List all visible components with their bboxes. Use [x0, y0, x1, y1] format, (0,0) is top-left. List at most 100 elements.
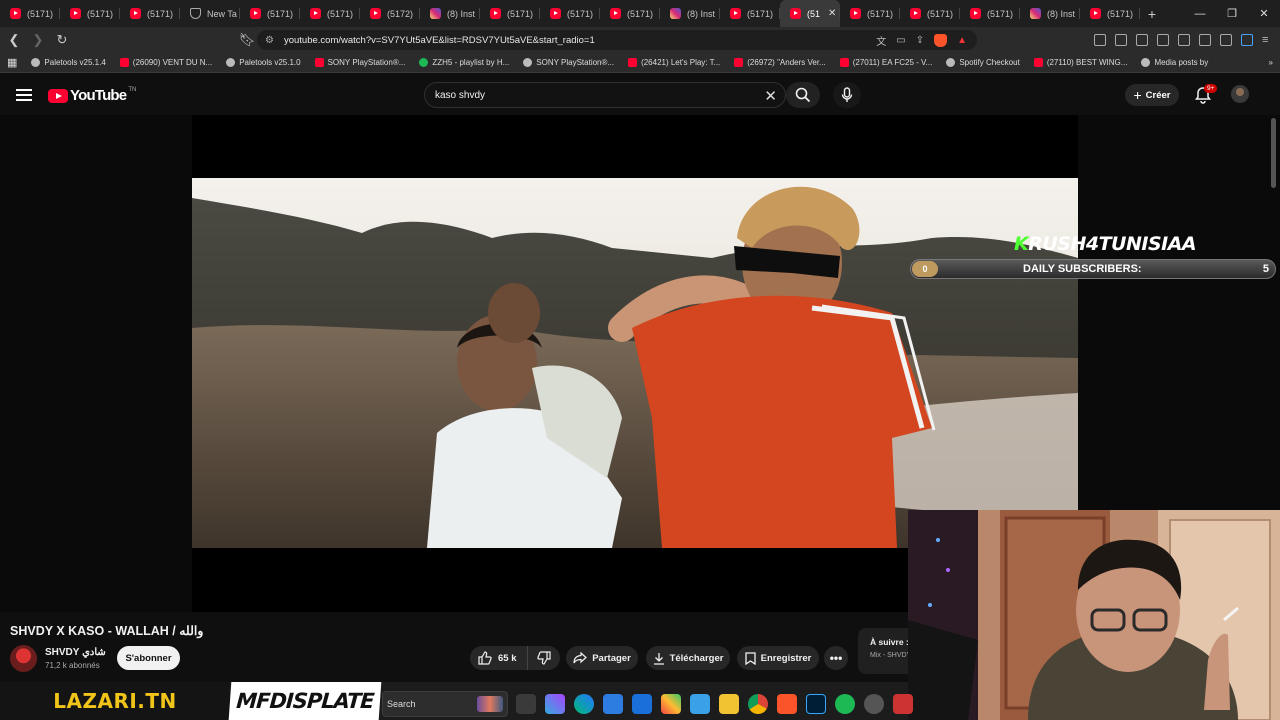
- brave-shields-icon[interactable]: [934, 33, 948, 47]
- apps-icon[interactable]: ▦: [0, 56, 24, 69]
- vpn-icon[interactable]: [1220, 34, 1232, 46]
- bookmark-item[interactable]: (27110) BEST WING...: [1027, 58, 1135, 67]
- taskbar-search[interactable]: Search: [382, 691, 508, 717]
- outlook-icon[interactable]: [632, 694, 652, 714]
- browser-tab[interactable]: (5171): [240, 0, 300, 27]
- create-button[interactable]: + Créer: [1125, 84, 1179, 106]
- edge-icon[interactable]: [574, 694, 594, 714]
- sidebar-icon[interactable]: [1157, 34, 1169, 46]
- back-icon[interactable]: ❮: [4, 30, 24, 50]
- browser-tab[interactable]: (8) Inst: [660, 0, 720, 27]
- translate-icon[interactable]: 文: [876, 33, 886, 48]
- browser-tab[interactable]: (8) Inst: [420, 0, 480, 27]
- close-window-icon[interactable]: ✕: [1248, 0, 1280, 27]
- bookmark-item[interactable]: (26421) Let's Play: T...: [621, 58, 727, 67]
- chrome-canary-icon[interactable]: [864, 694, 884, 714]
- bookmark-item[interactable]: ZZH5 - playlist by H...: [412, 58, 516, 67]
- cast-icon[interactable]: ▭: [896, 35, 905, 46]
- bookmark-icon[interactable]: 🔖︎: [237, 30, 257, 50]
- share-page-icon[interactable]: ⇪: [916, 35, 924, 46]
- bookmark-item[interactable]: (27011) EA FC25 - V...: [833, 58, 940, 67]
- profile-icon[interactable]: [1241, 34, 1253, 46]
- lazari-logo: LAZARI.TN: [0, 682, 230, 720]
- store-icon[interactable]: [603, 694, 623, 714]
- m365-icon[interactable]: [661, 694, 681, 714]
- browser-tab[interactable]: (5171): [720, 0, 780, 27]
- close-tab-icon[interactable]: ✕: [828, 8, 836, 19]
- browser-tab[interactable]: (5171): [120, 0, 180, 27]
- new-tab-icon[interactable]: +: [1140, 6, 1164, 22]
- screen: (5171) (5171) (5171) New Ta (5171) (5171) (517…: [0, 0, 1280, 720]
- photoshop-icon[interactable]: [806, 694, 826, 714]
- youtube-logo[interactable]: YouTube TN: [48, 87, 136, 104]
- minimize-icon[interactable]: —: [1184, 0, 1216, 27]
- browser-tab[interactable]: (5171): [540, 0, 600, 27]
- reload-icon[interactable]: ↻: [52, 30, 72, 50]
- tab-label: New Ta: [207, 8, 237, 19]
- browser-tab[interactable]: (5171): [0, 0, 60, 27]
- video-frame[interactable]: [192, 178, 1078, 548]
- music-icon[interactable]: [1136, 34, 1148, 46]
- wallet-icon[interactable]: [1178, 34, 1190, 46]
- task-view-icon[interactable]: [516, 694, 536, 714]
- extensions-icon[interactable]: [1094, 34, 1106, 46]
- bookmark-item[interactable]: Paletools v25.1.4: [24, 58, 112, 67]
- more-bookmarks-icon[interactable]: »: [1262, 58, 1280, 67]
- browser-tab[interactable]: (8) Inst: [1020, 0, 1080, 27]
- brave-icon[interactable]: [777, 694, 797, 714]
- browser-tab[interactable]: (5171): [300, 0, 360, 27]
- clear-search-icon[interactable]: ✕: [764, 87, 777, 105]
- bookmark-label: (27011) EA FC25 - V...: [852, 58, 933, 67]
- account-avatar[interactable]: [1231, 85, 1249, 103]
- browser-tab[interactable]: (5171): [900, 0, 960, 27]
- screenshot-icon[interactable]: [1115, 34, 1127, 46]
- url-bar[interactable]: ⚙ youtube.com/watch?v=SV7YUt5aVE&list=RD…: [257, 30, 977, 50]
- leo-icon[interactable]: [1199, 34, 1211, 46]
- file-explorer-icon[interactable]: [719, 694, 739, 714]
- forward-icon[interactable]: ❯: [28, 30, 48, 50]
- search-button[interactable]: [786, 82, 820, 108]
- bookmark-item[interactable]: SONY PlayStation®...: [516, 58, 621, 67]
- bookmark-item[interactable]: Media posts by: [1134, 58, 1215, 67]
- browser-tab[interactable]: (5171): [60, 0, 120, 27]
- bookmark-item[interactable]: (26972) "Anders Ver...: [727, 58, 832, 67]
- dislike-button[interactable]: [528, 646, 560, 670]
- save-button[interactable]: Enregistrer: [737, 646, 819, 670]
- search-input[interactable]: [425, 89, 745, 101]
- site-icon: [946, 58, 956, 67]
- up-next-card[interactable]: À suivre : Mix - SHVDY: [858, 628, 908, 674]
- obs-record-icon[interactable]: [893, 694, 913, 714]
- voice-search-button[interactable]: [833, 82, 861, 108]
- browser-tab[interactable]: New Ta: [180, 0, 240, 27]
- channel-name[interactable]: SHVDY شادي: [45, 647, 106, 658]
- desktop-icon[interactable]: [690, 694, 710, 714]
- like-button[interactable]: 65 k: [470, 646, 528, 670]
- browser-tab[interactable]: (5171): [1080, 0, 1140, 27]
- bookmark-item[interactable]: (26090) VENT DU N...: [113, 58, 219, 67]
- browser-tab[interactable]: (5171): [840, 0, 900, 27]
- like-dislike-group: 65 k: [470, 646, 560, 670]
- brave-rewards-icon[interactable]: ▲: [957, 35, 967, 46]
- browser-tab[interactable]: (5171): [600, 0, 660, 27]
- browser-tab[interactable]: (5171): [480, 0, 540, 27]
- more-actions-button[interactable]: •••: [824, 646, 848, 670]
- share-button[interactable]: Partager: [566, 646, 638, 670]
- site-info-icon[interactable]: ⚙: [265, 35, 274, 46]
- chrome-icon[interactable]: [748, 694, 768, 714]
- spotify-icon[interactable]: [835, 694, 855, 714]
- search-highlight-art: [477, 696, 503, 712]
- copilot-icon[interactable]: [545, 694, 565, 714]
- page-scrollbar[interactable]: [1271, 118, 1276, 188]
- browser-tab[interactable]: (51 ✕: [780, 0, 840, 27]
- bookmark-item[interactable]: Paletools v25.1.0: [219, 58, 307, 67]
- restore-icon[interactable]: ❐: [1216, 0, 1248, 27]
- subscribe-button[interactable]: S'abonner: [117, 646, 180, 670]
- browser-tab[interactable]: (5172): [360, 0, 420, 27]
- menu-icon[interactable]: ≡: [1262, 34, 1274, 46]
- bookmark-item[interactable]: Spotify Checkout: [939, 58, 1026, 67]
- channel-avatar[interactable]: [10, 645, 37, 672]
- browser-tab[interactable]: (5171): [960, 0, 1020, 27]
- download-button[interactable]: Télécharger: [646, 646, 730, 670]
- bookmark-item[interactable]: SONY PlayStation®...: [308, 58, 413, 67]
- menu-hamburger-icon[interactable]: [16, 89, 32, 101]
